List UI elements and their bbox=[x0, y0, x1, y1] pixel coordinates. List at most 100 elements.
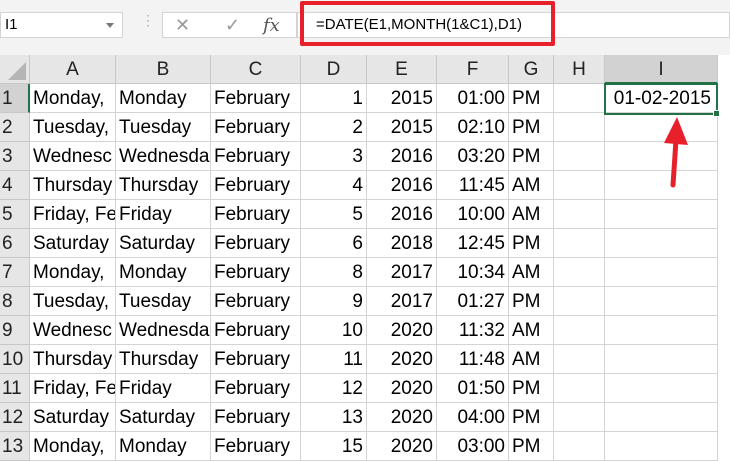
row-header[interactable]: 7 bbox=[0, 258, 30, 287]
cell-D4[interactable]: 4 bbox=[301, 171, 367, 200]
cell-F9[interactable]: 11:32 bbox=[437, 316, 509, 345]
cell-B4[interactable]: Thursday bbox=[116, 171, 211, 200]
column-header-F[interactable]: F bbox=[437, 55, 509, 84]
cell-B12[interactable]: Saturday bbox=[116, 403, 211, 432]
cell-F6[interactable]: 12:45 bbox=[437, 229, 509, 258]
column-header-E[interactable]: E bbox=[367, 55, 437, 84]
cell-C9[interactable]: February bbox=[211, 316, 301, 345]
cell-A3[interactable]: Wednesc bbox=[30, 142, 116, 171]
cell-E2[interactable]: 2015 bbox=[367, 113, 437, 142]
cell-H12[interactable] bbox=[554, 403, 605, 432]
column-header-I[interactable]: I bbox=[605, 55, 718, 84]
cell-H6[interactable] bbox=[554, 229, 605, 258]
cell-B7[interactable]: Monday bbox=[116, 258, 211, 287]
cell-C4[interactable]: February bbox=[211, 171, 301, 200]
cell-C3[interactable]: February bbox=[211, 142, 301, 171]
cell-A12[interactable]: Saturday bbox=[30, 403, 116, 432]
cell-D8[interactable]: 9 bbox=[301, 287, 367, 316]
cell-G8[interactable]: PM bbox=[509, 287, 554, 316]
row-header[interactable]: 3 bbox=[0, 142, 30, 171]
cell-D12[interactable]: 13 bbox=[301, 403, 367, 432]
cell-H1[interactable] bbox=[554, 84, 605, 113]
cell-E5[interactable]: 2016 bbox=[367, 200, 437, 229]
cell-E7[interactable]: 2017 bbox=[367, 258, 437, 287]
cell-F8[interactable]: 01:27 bbox=[437, 287, 509, 316]
cell-C11[interactable]: February bbox=[211, 374, 301, 403]
cell-B10[interactable]: Thursday bbox=[116, 345, 211, 374]
cell-D10[interactable]: 11 bbox=[301, 345, 367, 374]
cell-E11[interactable]: 2020 bbox=[367, 374, 437, 403]
cell-B2[interactable]: Tuesday bbox=[116, 113, 211, 142]
column-header-H[interactable]: H bbox=[554, 55, 605, 84]
cell-A5[interactable]: Friday, Fe bbox=[30, 200, 116, 229]
name-box[interactable]: I1 bbox=[0, 12, 123, 38]
cell-D6[interactable]: 6 bbox=[301, 229, 367, 258]
cell-A7[interactable]: Monday, bbox=[30, 258, 116, 287]
cell-D9[interactable]: 10 bbox=[301, 316, 367, 345]
column-header-C[interactable]: C bbox=[211, 55, 301, 84]
row-header[interactable]: 11 bbox=[0, 374, 30, 403]
cell-D7[interactable]: 8 bbox=[301, 258, 367, 287]
cell-A2[interactable]: Tuesday, bbox=[30, 113, 116, 142]
cell-G7[interactable]: AM bbox=[509, 258, 554, 287]
row-header[interactable]: 1 bbox=[0, 84, 30, 113]
cell-I6[interactable] bbox=[605, 229, 718, 258]
cell-A11[interactable]: Friday, Fe bbox=[30, 374, 116, 403]
cell-H10[interactable] bbox=[554, 345, 605, 374]
row-header[interactable]: 9 bbox=[0, 316, 30, 345]
cell-I5[interactable] bbox=[605, 200, 718, 229]
cell-E1[interactable]: 2015 bbox=[367, 84, 437, 113]
cell-H5[interactable] bbox=[554, 200, 605, 229]
cell-F5[interactable]: 10:00 bbox=[437, 200, 509, 229]
cell-G3[interactable]: PM bbox=[509, 142, 554, 171]
cell-G12[interactable]: PM bbox=[509, 403, 554, 432]
enter-icon[interactable]: ✓ bbox=[225, 15, 240, 36]
cell-H2[interactable] bbox=[554, 113, 605, 142]
cell-A4[interactable]: Thursday bbox=[30, 171, 116, 200]
cell-H4[interactable] bbox=[554, 171, 605, 200]
cell-E3[interactable]: 2016 bbox=[367, 142, 437, 171]
cell-F7[interactable]: 10:34 bbox=[437, 258, 509, 287]
cell-F3[interactable]: 03:20 bbox=[437, 142, 509, 171]
row-header[interactable]: 4 bbox=[0, 171, 30, 200]
cell-C7[interactable]: February bbox=[211, 258, 301, 287]
cell-I9[interactable] bbox=[605, 316, 718, 345]
cell-G5[interactable]: AM bbox=[509, 200, 554, 229]
cell-B5[interactable]: Friday bbox=[116, 200, 211, 229]
cell-E12[interactable]: 2020 bbox=[367, 403, 437, 432]
cell-I10[interactable] bbox=[605, 345, 718, 374]
cell-H9[interactable] bbox=[554, 316, 605, 345]
cell-C6[interactable]: February bbox=[211, 229, 301, 258]
row-header[interactable]: 12 bbox=[0, 403, 30, 432]
cell-D11[interactable]: 12 bbox=[301, 374, 367, 403]
cell-H8[interactable] bbox=[554, 287, 605, 316]
cell-F12[interactable]: 04:00 bbox=[437, 403, 509, 432]
cell-B8[interactable]: Tuesday bbox=[116, 287, 211, 316]
select-all-button[interactable] bbox=[0, 55, 30, 84]
cell-A10[interactable]: Thursday bbox=[30, 345, 116, 374]
row-header[interactable]: 8 bbox=[0, 287, 30, 316]
cell-E8[interactable]: 2017 bbox=[367, 287, 437, 316]
cell-C5[interactable]: February bbox=[211, 200, 301, 229]
cell-H7[interactable] bbox=[554, 258, 605, 287]
cell-F1[interactable]: 01:00 bbox=[437, 84, 509, 113]
cell-C1[interactable]: February bbox=[211, 84, 301, 113]
cell-I12[interactable] bbox=[605, 403, 718, 432]
cell-A6[interactable]: Saturday bbox=[30, 229, 116, 258]
cell-B1[interactable]: Monday bbox=[116, 84, 211, 113]
cell-G1[interactable]: PM bbox=[509, 84, 554, 113]
cell-I8[interactable] bbox=[605, 287, 718, 316]
cell-F4[interactable]: 11:45 bbox=[437, 171, 509, 200]
cell-G2[interactable]: PM bbox=[509, 113, 554, 142]
cell-C2[interactable]: February bbox=[211, 113, 301, 142]
column-header-B[interactable]: B bbox=[116, 55, 211, 84]
cell-I11[interactable] bbox=[605, 374, 718, 403]
fx-icon[interactable]: fx bbox=[263, 15, 280, 36]
cell-H11[interactable] bbox=[554, 374, 605, 403]
row-header[interactable]: 10 bbox=[0, 345, 30, 374]
cell-D3[interactable]: 3 bbox=[301, 142, 367, 171]
cell-A8[interactable]: Tuesday, bbox=[30, 287, 116, 316]
chevron-down-icon[interactable] bbox=[106, 23, 114, 28]
cancel-icon[interactable]: ✕ bbox=[175, 15, 190, 36]
cell-E6[interactable]: 2018 bbox=[367, 229, 437, 258]
